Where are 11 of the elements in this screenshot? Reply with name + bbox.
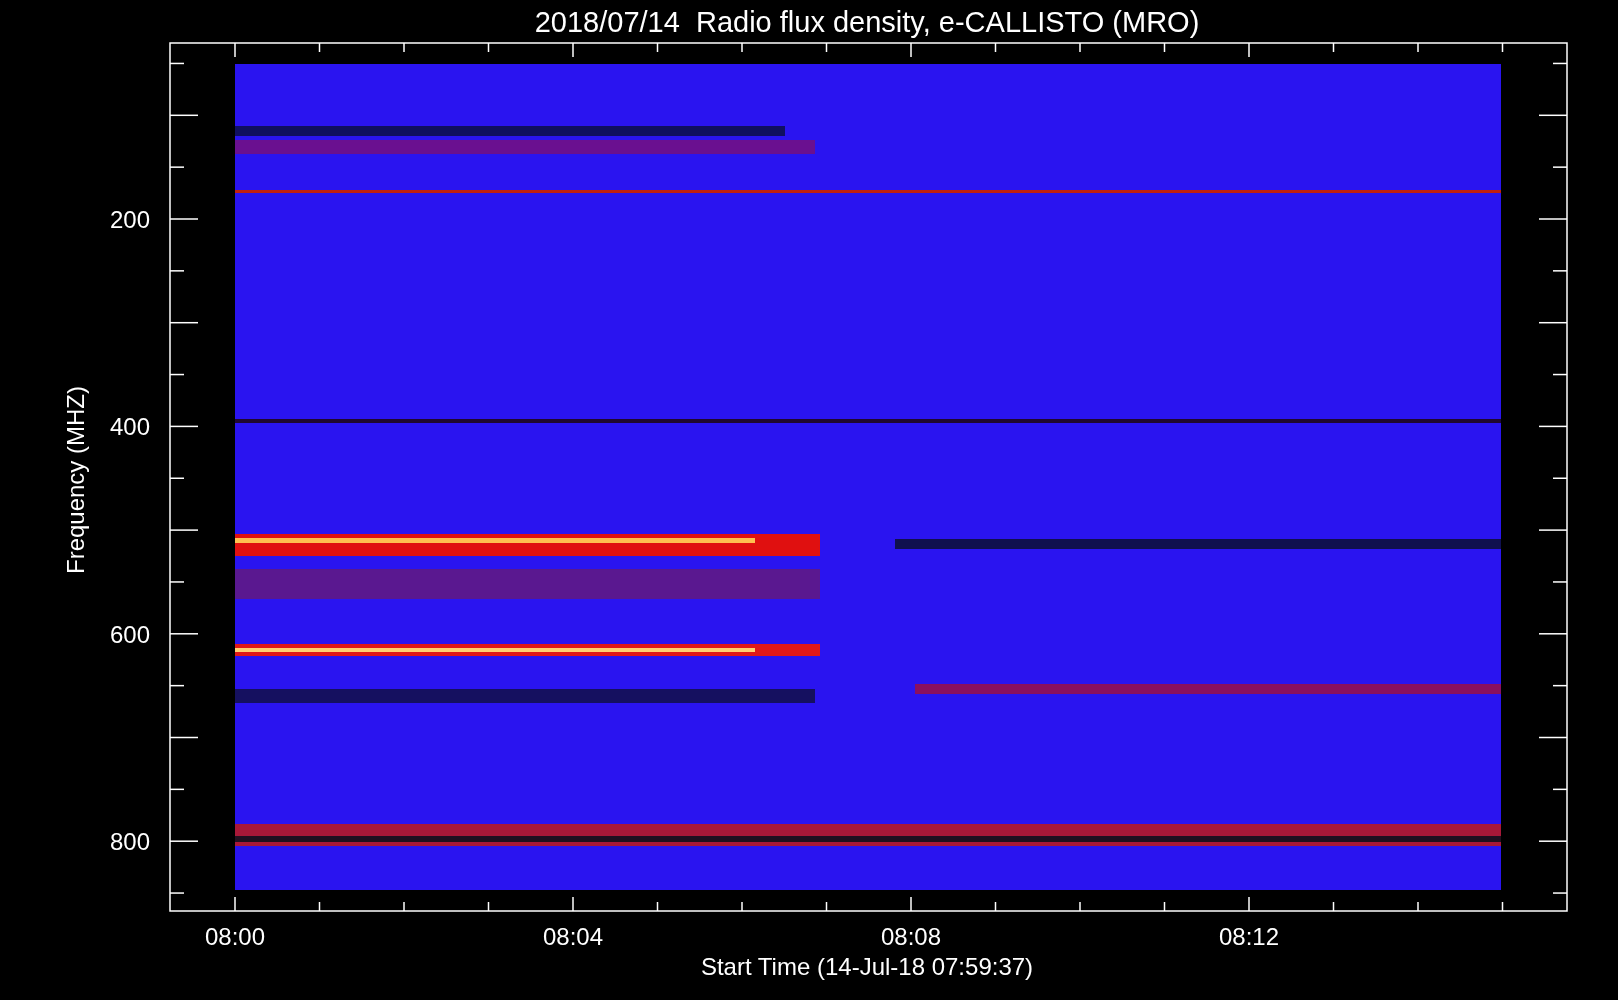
- x-tick-label: 08:08: [880, 923, 942, 950]
- y-tick-label: 400: [109, 413, 150, 441]
- y-tick-label: 200: [109, 206, 150, 233]
- y-tick-label: 800: [109, 828, 150, 856]
- y-tick-label: 600: [109, 620, 150, 648]
- y-axis-label: Frequency (MHZ): [62, 386, 89, 574]
- x-axis-label: Start Time (14-Jul-18 07:59:37): [700, 953, 1034, 980]
- x-tick-label: 08:04: [542, 923, 604, 950]
- x-tick-label: 08:00: [204, 923, 266, 950]
- chart-title: 2018/07/14 Radio flux density, e-CALLISTO (MRO): [534, 6, 1200, 38]
- x-tick-label: 08:12: [1218, 923, 1280, 950]
